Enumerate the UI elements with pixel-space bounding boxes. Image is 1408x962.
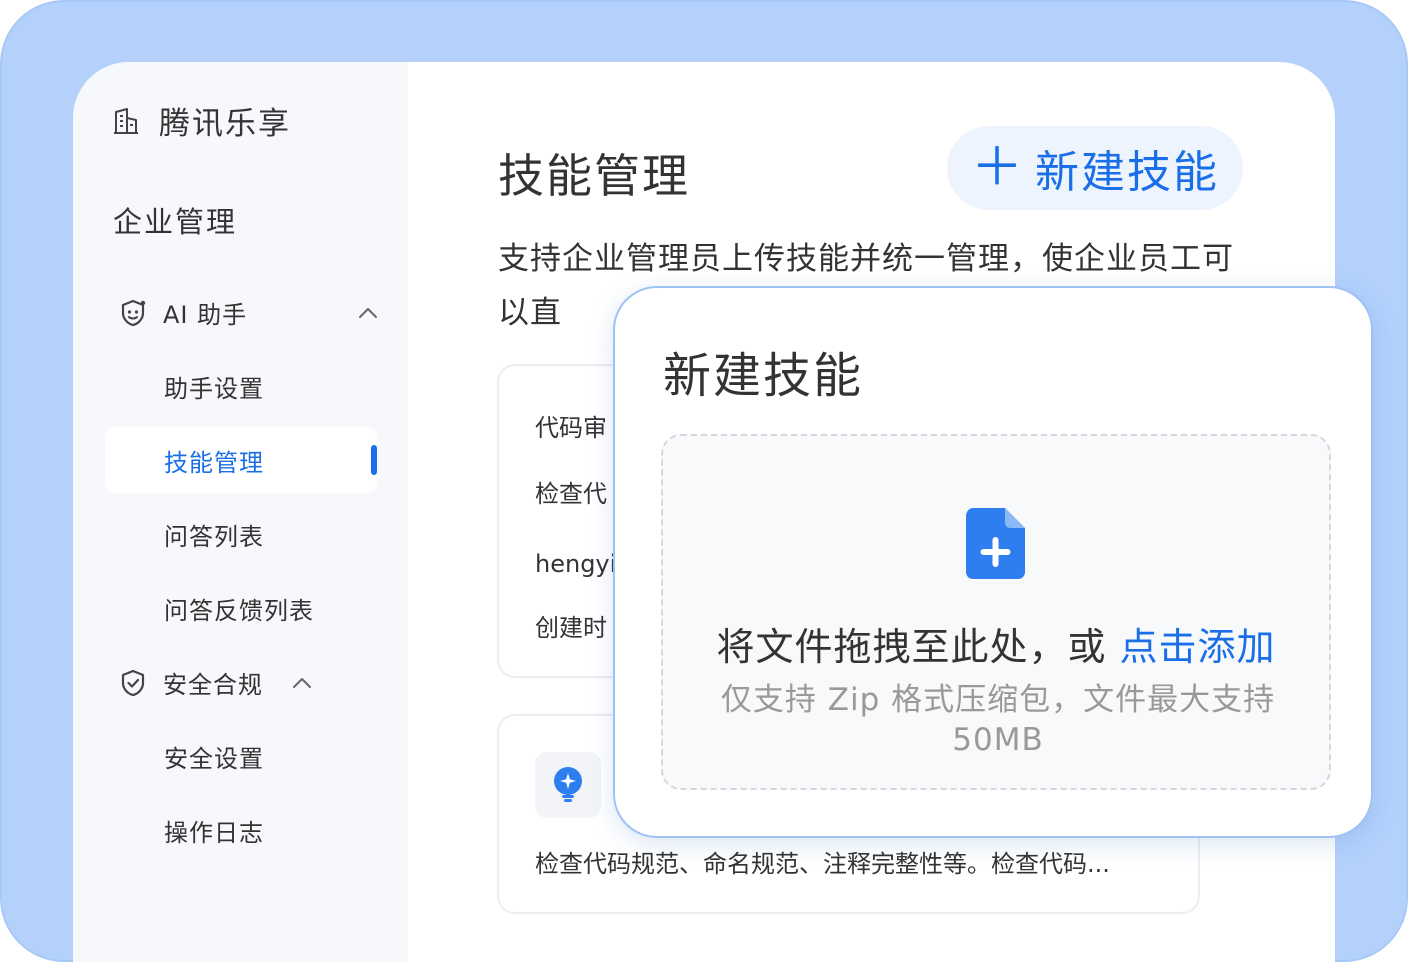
dropzone-prompt-text: 将文件拖拽至此处，或 (716, 625, 1107, 669)
page-title: 技能管理 (498, 149, 690, 203)
skill-card-icon (535, 752, 601, 818)
sidebar-item-qa-feedback-list[interactable]: 问答反馈列表 (105, 575, 377, 641)
ai-face-icon (121, 299, 146, 326)
nav-group-security-compliance[interactable]: 安全合规 (117, 665, 313, 700)
nav-group-label: AI 助手 (163, 301, 248, 329)
sidebar-item-assistant-settings[interactable]: 助手设置 (105, 353, 377, 419)
sidebar-item-qa-list[interactable]: 问答列表 (105, 501, 377, 567)
skill-card-created: 创建时 (535, 614, 607, 642)
org-name: 腾讯乐享 (159, 106, 291, 142)
plus-icon: ＋ (970, 138, 1025, 198)
dialog-title: 新建技能 (663, 348, 864, 404)
file-dropzone[interactable]: 将文件拖拽至此处，或 点击添加 仅支持 Zip 格式压缩包，文件最大支持 50M… (661, 434, 1331, 790)
new-skill-button-label: 新建技能 (1035, 147, 1219, 198)
nav-group-label: 安全合规 (163, 671, 263, 699)
skill-card-title: 代码审 (535, 414, 607, 442)
nav-group-ai-assistant[interactable]: AI 助手 (117, 295, 379, 330)
skill-card-author: hengyi (535, 550, 617, 578)
file-add-icon (966, 508, 1025, 579)
chevron-up-icon[interactable] (291, 676, 313, 690)
new-skill-button[interactable]: ＋ 新建技能 (947, 126, 1243, 210)
active-indicator (371, 445, 377, 475)
sidebar-item-label: 技能管理 (164, 448, 264, 477)
shield-check-icon (121, 669, 145, 696)
chevron-up-icon[interactable] (357, 306, 379, 320)
org-switcher[interactable]: 腾讯乐享 (111, 98, 291, 143)
skill-card-desc: 检查代码规范、命名规范、注释完整性等。检查代码... (535, 850, 1110, 878)
sidebar-item-skill-management[interactable]: 技能管理 (105, 427, 377, 493)
building-icon (114, 107, 138, 134)
dropzone-prompt: 将文件拖拽至此处，或 点击添加 (663, 616, 1329, 671)
sidebar-item-operation-log[interactable]: 操作日志 (105, 797, 377, 863)
sidebar-item-security-settings[interactable]: 安全设置 (105, 723, 377, 789)
sidebar: 腾讯乐享 企业管理 AI 助手 助手设置 技能管理 问答列表 问答反馈列表 安全… (73, 62, 408, 962)
dropzone-hint: 仅支持 Zip 格式压缩包，文件最大支持 50MB (720, 682, 1276, 758)
section-title: 企业管理 (113, 205, 238, 239)
new-skill-dialog: 新建技能 将文件拖拽至此处，或 点击添加 仅支持 Zip 格式压缩包，文件最大支… (613, 286, 1373, 838)
skill-card-desc: 检查代 (535, 480, 607, 508)
click-to-add-link[interactable]: 点击添加 (1120, 625, 1276, 669)
lightbulb-sparkle-icon (554, 767, 582, 802)
